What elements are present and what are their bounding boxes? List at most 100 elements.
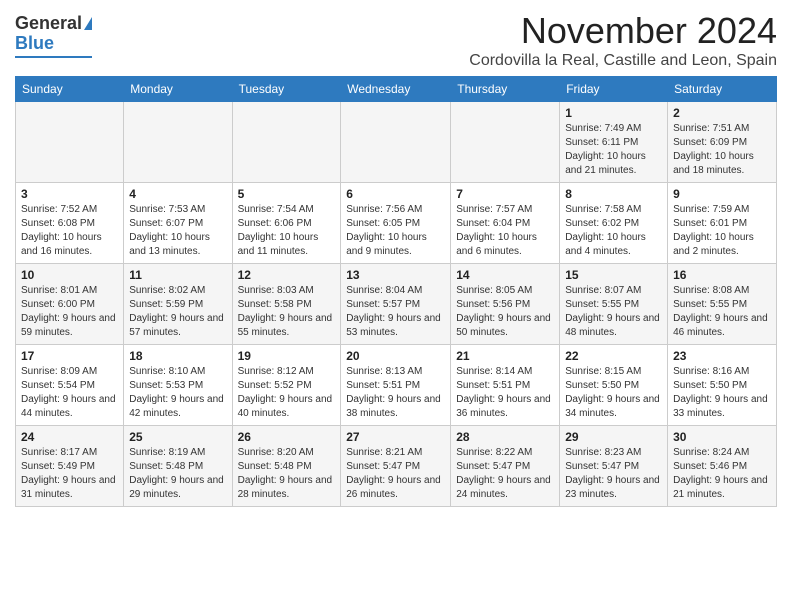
day-number: 24 (21, 430, 118, 444)
day-info: Sunrise: 8:15 AM Sunset: 5:50 PM Dayligh… (565, 365, 662, 421)
day-info: Sunrise: 8:17 AM Sunset: 5:49 PM Dayligh… (21, 446, 118, 502)
day-info: Sunrise: 7:52 AM Sunset: 6:08 PM Dayligh… (21, 203, 118, 259)
day-number: 28 (456, 430, 554, 444)
title-area: November 2024 Cordovilla la Real, Castil… (469, 10, 777, 70)
day-number: 30 (673, 430, 771, 444)
day-info: Sunrise: 7:51 AM Sunset: 6:09 PM Dayligh… (673, 122, 771, 178)
location-title: Cordovilla la Real, Castille and Leon, S… (469, 52, 777, 70)
calendar-body: 1 Sunrise: 7:49 AM Sunset: 6:11 PM Daylig… (16, 102, 777, 507)
calendar-cell: 30 Sunrise: 8:24 AM Sunset: 5:46 PM Dayli… (668, 426, 777, 507)
calendar-day-header: Tuesday (232, 77, 341, 102)
day-info: Sunrise: 8:13 AM Sunset: 5:51 PM Dayligh… (346, 365, 445, 421)
day-info: Sunrise: 7:58 AM Sunset: 6:02 PM Dayligh… (565, 203, 662, 259)
calendar-cell: 14 Sunrise: 8:05 AM Sunset: 5:56 PM Dayli… (451, 264, 560, 345)
day-info: Sunrise: 8:04 AM Sunset: 5:57 PM Dayligh… (346, 284, 445, 340)
day-info: Sunrise: 8:23 AM Sunset: 5:47 PM Dayligh… (565, 446, 662, 502)
calendar-cell: 10Sunrise: 8:01 AM Sunset: 6:00 PM Dayli… (16, 264, 124, 345)
calendar-cell: 23 Sunrise: 8:16 AM Sunset: 5:50 PM Dayli… (668, 345, 777, 426)
calendar-week-row: 24 Sunrise: 8:17 AM Sunset: 5:49 PM Dayli… (16, 426, 777, 507)
calendar-cell: 17Sunrise: 8:09 AM Sunset: 5:54 PM Dayli… (16, 345, 124, 426)
calendar-cell: 29 Sunrise: 8:23 AM Sunset: 5:47 PM Dayli… (560, 426, 668, 507)
calendar-cell: 28 Sunrise: 8:22 AM Sunset: 5:47 PM Dayli… (451, 426, 560, 507)
day-info: Sunrise: 8:14 AM Sunset: 5:51 PM Dayligh… (456, 365, 554, 421)
day-number: 17 (21, 349, 118, 363)
calendar-cell: 8Sunrise: 7:58 AM Sunset: 6:02 PM Daylig… (560, 183, 668, 264)
calendar-table: SundayMondayTuesdayWednesdayThursdayFrid… (15, 76, 777, 507)
day-info: Sunrise: 8:20 AM Sunset: 5:48 PM Dayligh… (238, 446, 336, 502)
day-number: 21 (456, 349, 554, 363)
calendar-cell: 22 Sunrise: 8:15 AM Sunset: 5:50 PM Dayli… (560, 345, 668, 426)
day-info: Sunrise: 8:12 AM Sunset: 5:52 PM Dayligh… (238, 365, 336, 421)
logo: General Blue (15, 10, 92, 58)
logo-text-blue: Blue (15, 34, 54, 54)
day-number: 29 (565, 430, 662, 444)
calendar-cell: 5 Sunrise: 7:54 AM Sunset: 6:06 PM Daylig… (232, 183, 341, 264)
day-number: 26 (238, 430, 336, 444)
calendar-cell: 18Sunrise: 8:10 AM Sunset: 5:53 PM Dayli… (124, 345, 232, 426)
page-header: General Blue November 2024 Cordovilla la… (15, 10, 777, 70)
day-number: 15 (565, 268, 662, 282)
calendar-cell: 25Sunrise: 8:19 AM Sunset: 5:48 PM Dayli… (124, 426, 232, 507)
day-number: 27 (346, 430, 445, 444)
day-info: Sunrise: 8:08 AM Sunset: 5:55 PM Dayligh… (673, 284, 771, 340)
calendar-cell (16, 102, 124, 183)
day-number: 22 (565, 349, 662, 363)
day-number: 16 (673, 268, 771, 282)
calendar-cell (341, 102, 451, 183)
calendar-day-header: Monday (124, 77, 232, 102)
day-info: Sunrise: 7:49 AM Sunset: 6:11 PM Dayligh… (565, 122, 662, 178)
calendar-week-row: 1 Sunrise: 7:49 AM Sunset: 6:11 PM Daylig… (16, 102, 777, 183)
day-info: Sunrise: 8:03 AM Sunset: 5:58 PM Dayligh… (238, 284, 336, 340)
calendar-cell: 24 Sunrise: 8:17 AM Sunset: 5:49 PM Dayli… (16, 426, 124, 507)
calendar-day-header: Saturday (668, 77, 777, 102)
calendar-day-header: Wednesday (341, 77, 451, 102)
calendar-header-row: SundayMondayTuesdayWednesdayThursdayFrid… (16, 77, 777, 102)
day-number: 6 (346, 187, 445, 201)
calendar-cell: 13 Sunrise: 8:04 AM Sunset: 5:57 PM Dayli… (341, 264, 451, 345)
day-info: Sunrise: 7:59 AM Sunset: 6:01 PM Dayligh… (673, 203, 771, 259)
day-info: Sunrise: 8:10 AM Sunset: 5:53 PM Dayligh… (129, 365, 226, 421)
day-info: Sunrise: 8:05 AM Sunset: 5:56 PM Dayligh… (456, 284, 554, 340)
day-number: 23 (673, 349, 771, 363)
logo-text-general: General (15, 14, 82, 34)
calendar-cell: 19 Sunrise: 8:12 AM Sunset: 5:52 PM Dayli… (232, 345, 341, 426)
day-info: Sunrise: 8:24 AM Sunset: 5:46 PM Dayligh… (673, 446, 771, 502)
day-info: Sunrise: 8:22 AM Sunset: 5:47 PM Dayligh… (456, 446, 554, 502)
day-number: 13 (346, 268, 445, 282)
day-info: Sunrise: 8:02 AM Sunset: 5:59 PM Dayligh… (129, 284, 226, 340)
day-number: 14 (456, 268, 554, 282)
day-number: 25 (129, 430, 226, 444)
month-title: November 2024 (469, 10, 777, 52)
logo-divider (15, 56, 92, 58)
day-number: 19 (238, 349, 336, 363)
day-number: 3 (21, 187, 118, 201)
calendar-cell: 7Sunrise: 7:57 AM Sunset: 6:04 PM Daylig… (451, 183, 560, 264)
calendar-cell: 2Sunrise: 7:51 AM Sunset: 6:09 PM Daylig… (668, 102, 777, 183)
calendar-cell (451, 102, 560, 183)
calendar-cell: 20 Sunrise: 8:13 AM Sunset: 5:51 PM Dayli… (341, 345, 451, 426)
calendar-week-row: 3 Sunrise: 7:52 AM Sunset: 6:08 PM Daylig… (16, 183, 777, 264)
day-number: 1 (565, 106, 662, 120)
day-info: Sunrise: 7:57 AM Sunset: 6:04 PM Dayligh… (456, 203, 554, 259)
calendar-cell (232, 102, 341, 183)
day-number: 20 (346, 349, 445, 363)
day-info: Sunrise: 7:54 AM Sunset: 6:06 PM Dayligh… (238, 203, 336, 259)
day-number: 11 (129, 268, 226, 282)
calendar-cell: 15 Sunrise: 8:07 AM Sunset: 5:55 PM Dayli… (560, 264, 668, 345)
day-info: Sunrise: 8:16 AM Sunset: 5:50 PM Dayligh… (673, 365, 771, 421)
day-info: Sunrise: 7:56 AM Sunset: 6:05 PM Dayligh… (346, 203, 445, 259)
calendar-cell: 1 Sunrise: 7:49 AM Sunset: 6:11 PM Daylig… (560, 102, 668, 183)
calendar-week-row: 17Sunrise: 8:09 AM Sunset: 5:54 PM Dayli… (16, 345, 777, 426)
day-info: Sunrise: 8:07 AM Sunset: 5:55 PM Dayligh… (565, 284, 662, 340)
calendar-day-header: Thursday (451, 77, 560, 102)
calendar-cell: 11 Sunrise: 8:02 AM Sunset: 5:59 PM Dayli… (124, 264, 232, 345)
day-number: 9 (673, 187, 771, 201)
calendar-cell: 9 Sunrise: 7:59 AM Sunset: 6:01 PM Daylig… (668, 183, 777, 264)
day-info: Sunrise: 8:21 AM Sunset: 5:47 PM Dayligh… (346, 446, 445, 502)
calendar-day-header: Sunday (16, 77, 124, 102)
day-info: Sunrise: 7:53 AM Sunset: 6:07 PM Dayligh… (129, 203, 226, 259)
day-number: 5 (238, 187, 336, 201)
calendar-cell: 6 Sunrise: 7:56 AM Sunset: 6:05 PM Daylig… (341, 183, 451, 264)
calendar-cell: 4Sunrise: 7:53 AM Sunset: 6:07 PM Daylig… (124, 183, 232, 264)
calendar-cell (124, 102, 232, 183)
